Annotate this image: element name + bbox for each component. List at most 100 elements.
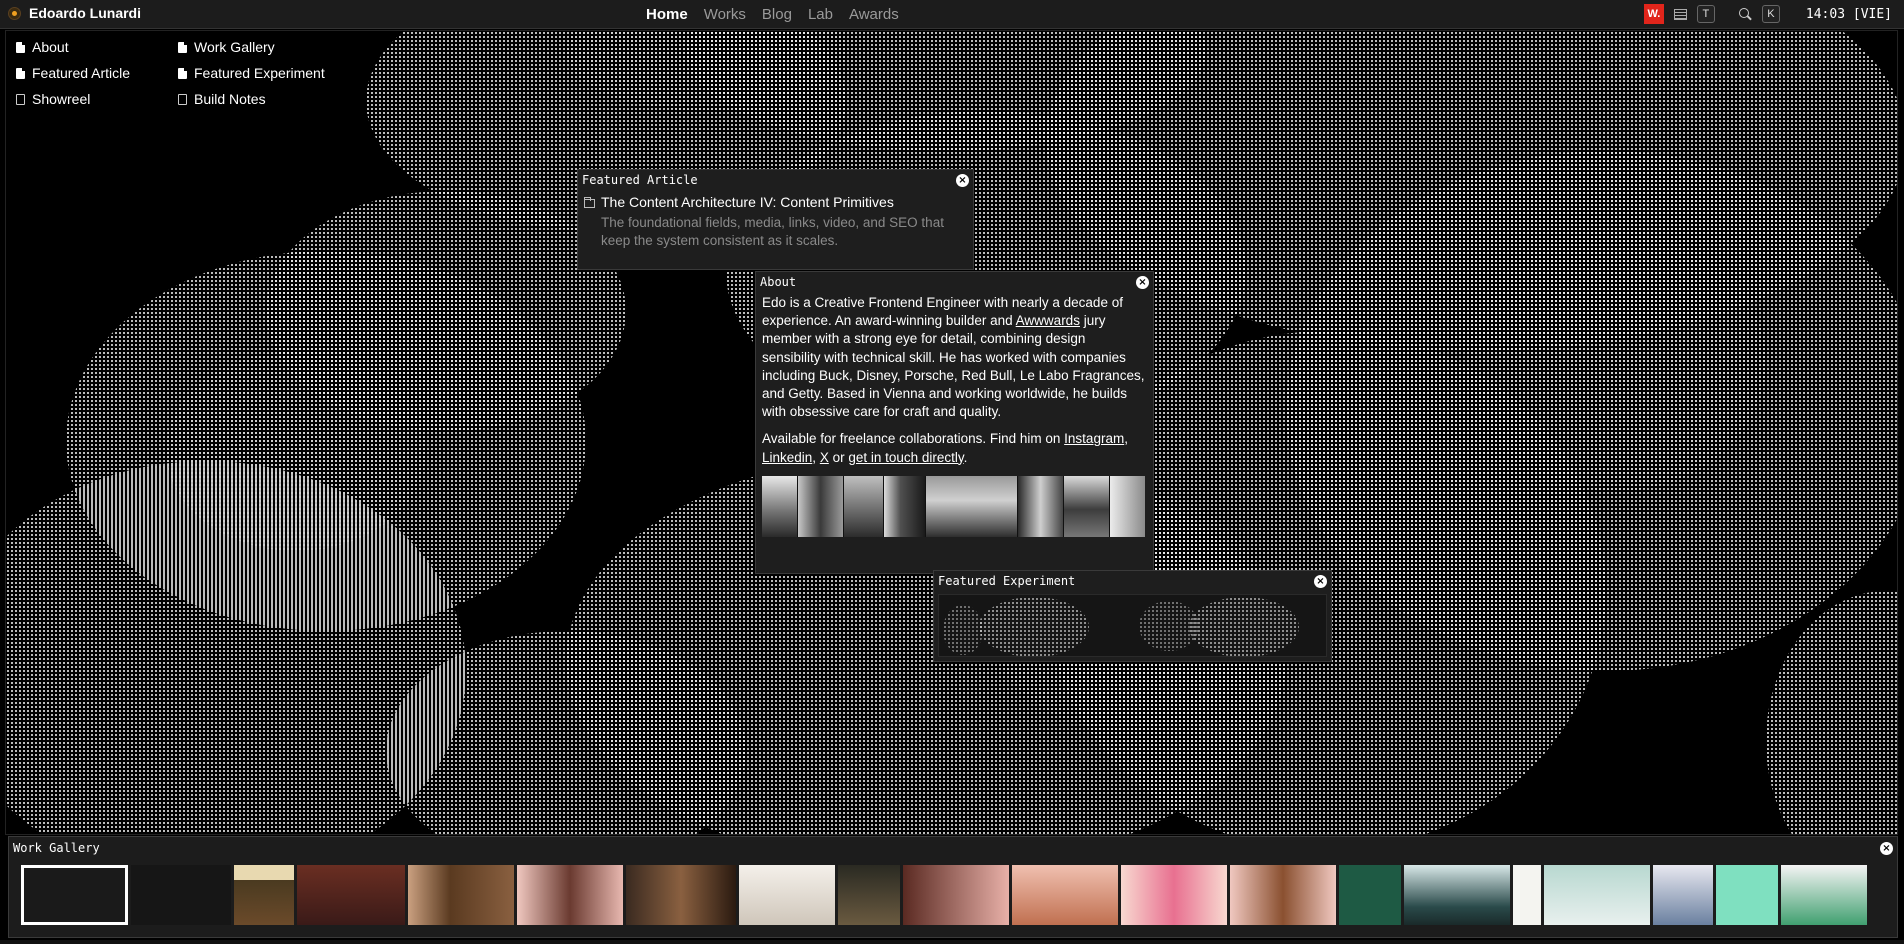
main-nav: Home Works Blog Lab Awards: [646, 6, 899, 23]
bottom-edge: [0, 940, 1904, 944]
experiment-preview[interactable]: [938, 594, 1327, 657]
work-gallery-window: Work Gallery ×: [8, 836, 1898, 938]
article-title: The Content Architecture IV: Content Pri…: [601, 194, 894, 210]
gallery-thumb[interactable]: [517, 865, 623, 925]
featured-experiment-window: Featured Experiment ×: [933, 570, 1332, 662]
gallery-thumb[interactable]: [1230, 865, 1336, 925]
shortcut-showreel[interactable]: Showreel: [16, 90, 178, 108]
team-photo-strip: [762, 475, 1147, 537]
gallery-thumb[interactable]: [1339, 865, 1401, 925]
featured-article-item[interactable]: The Content Architecture IV: Content Pri…: [578, 190, 973, 254]
list-icon[interactable]: [1673, 8, 1687, 20]
top-right-controls: W. T K 14:03 [VIE]: [1643, 4, 1892, 24]
close-icon[interactable]: ×: [1314, 574, 1327, 588]
window-titlebar[interactable]: Featured Experiment ×: [934, 571, 1331, 591]
window-title: Featured Article: [582, 173, 698, 187]
x-link[interactable]: X: [820, 450, 829, 465]
brand[interactable]: Edoardo Lunardi: [8, 5, 141, 21]
gallery-thumb[interactable]: [626, 865, 736, 925]
file-icon: [178, 67, 187, 79]
photo: [884, 475, 926, 537]
awwwards-link[interactable]: Awwwards: [1016, 313, 1080, 328]
file-icon: [16, 67, 25, 79]
contact-text: Available for freelance collaborations. …: [762, 431, 1065, 447]
about-bio: Edo is a Creative Frontend Engineer with…: [762, 294, 1147, 421]
shortcut-label: Build Notes: [194, 91, 266, 107]
search-shortcut-key[interactable]: K: [1761, 5, 1780, 23]
photo: [1110, 475, 1145, 537]
gallery-thumb[interactable]: [234, 865, 294, 925]
shortcut-label: Featured Experiment: [194, 65, 325, 81]
shortcut-label: Work Gallery: [194, 39, 275, 55]
theme-shortcut-key[interactable]: T: [1696, 5, 1715, 23]
gallery-thumb[interactable]: [1012, 865, 1118, 925]
photo: [926, 475, 1018, 537]
gallery-thumb[interactable]: [838, 865, 900, 925]
close-icon[interactable]: ×: [1136, 275, 1149, 289]
featured-article-window: Featured Article × The Content Architect…: [577, 169, 974, 270]
photo: [1018, 475, 1064, 537]
nav-works[interactable]: Works: [704, 6, 746, 23]
gallery-thumb[interactable]: [21, 865, 128, 925]
linkedin-link[interactable]: Linkedin: [762, 450, 812, 465]
gallery-thumb[interactable]: [297, 865, 405, 925]
nav-blog[interactable]: Blog: [762, 6, 792, 23]
instagram-link[interactable]: Instagram: [1064, 431, 1124, 446]
gallery-thumb[interactable]: [1716, 865, 1778, 925]
desktop-shortcuts: About Work Gallery Featured Article Feat…: [16, 38, 378, 108]
bio-text: jury member with a strong eye for detail…: [762, 313, 1145, 420]
close-icon[interactable]: ×: [1880, 841, 1893, 855]
gallery-thumb[interactable]: [1121, 865, 1227, 925]
nav-home[interactable]: Home: [646, 6, 688, 23]
shortcut-featured-experiment[interactable]: Featured Experiment: [178, 64, 378, 82]
window-titlebar[interactable]: About ×: [756, 272, 1153, 292]
gallery-thumb[interactable]: [739, 865, 835, 925]
nav-awards[interactable]: Awards: [849, 6, 899, 23]
search-icon[interactable]: [1738, 7, 1752, 21]
gallery-thumb[interactable]: [1513, 865, 1541, 925]
gallery-thumb[interactable]: [131, 865, 231, 925]
shortcut-featured-article[interactable]: Featured Article: [16, 64, 178, 82]
gallery-thumb[interactable]: [1781, 865, 1867, 925]
close-icon[interactable]: ×: [956, 173, 969, 187]
shortcut-build-notes[interactable]: Build Notes: [178, 90, 378, 108]
photo: [1064, 475, 1110, 537]
top-bar: Edoardo Lunardi Home Works Blog Lab Awar…: [0, 0, 1904, 29]
separator: ,: [1124, 431, 1128, 447]
file-outline-icon: [16, 93, 25, 105]
shortcut-about[interactable]: About: [16, 38, 178, 56]
window-title: About: [760, 275, 797, 289]
about-content: Edo is a Creative Frontend Engineer with…: [756, 292, 1153, 541]
folder-icon: [584, 197, 595, 208]
gallery-thumb[interactable]: [1653, 865, 1713, 925]
shortcut-label: Showreel: [32, 91, 91, 107]
shortcut-label: About: [32, 39, 69, 55]
shortcut-work-gallery[interactable]: Work Gallery: [178, 38, 378, 56]
file-icon: [178, 41, 187, 53]
about-contact: Available for freelance collaborations. …: [762, 430, 1147, 466]
photo: [798, 475, 844, 537]
window-title: Work Gallery: [13, 841, 100, 855]
about-window: About × Edo is a Creative Frontend Engin…: [755, 271, 1154, 574]
window-title: Featured Experiment: [938, 574, 1076, 588]
contact-text: .: [963, 449, 968, 465]
brand-logo-icon: [8, 6, 21, 20]
contact-text: or: [828, 449, 849, 465]
awwwards-badge[interactable]: W.: [1643, 4, 1664, 24]
clock: 14:03 [VIE]: [1805, 6, 1892, 22]
nav-lab[interactable]: Lab: [808, 6, 833, 23]
shortcut-label: Featured Article: [32, 65, 131, 81]
photo: [844, 475, 884, 537]
contact-link[interactable]: get in touch directly: [848, 450, 963, 465]
brand-name: Edoardo Lunardi: [29, 5, 141, 21]
separator: ,: [812, 449, 820, 465]
gallery-thumb[interactable]: [1404, 865, 1510, 925]
window-titlebar[interactable]: Work Gallery ×: [9, 837, 1897, 859]
file-icon: [16, 41, 25, 53]
gallery-thumb[interactable]: [1544, 865, 1650, 925]
gallery-thumb[interactable]: [903, 865, 1009, 925]
article-description: The foundational fields, media, links, v…: [601, 215, 944, 248]
window-titlebar[interactable]: Featured Article ×: [578, 170, 973, 190]
gallery-thumb[interactable]: [408, 865, 514, 925]
gallery-thumbnails: [21, 865, 1867, 925]
